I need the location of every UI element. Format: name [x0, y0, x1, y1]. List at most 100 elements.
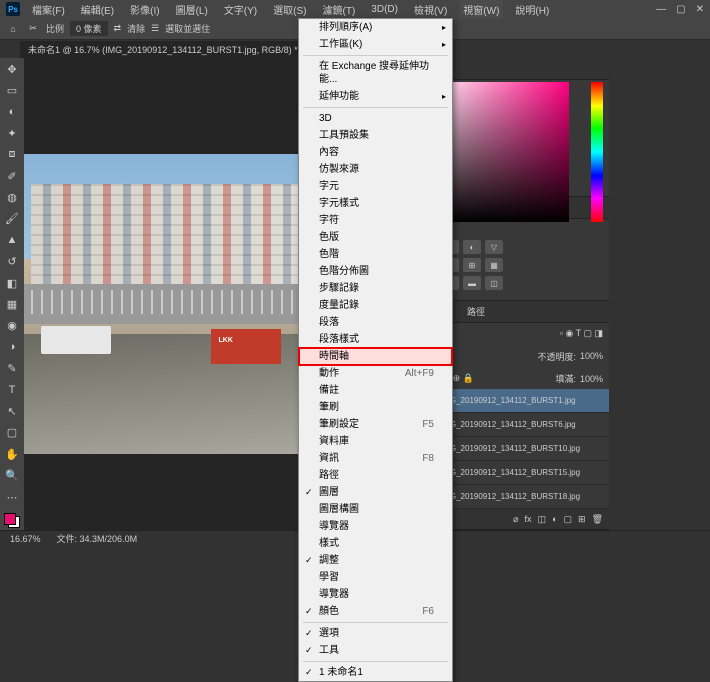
- menu-item[interactable]: 圖層構圖: [299, 501, 452, 518]
- menu-item[interactable]: 動作Alt+F9: [299, 365, 452, 382]
- history-brush-tool[interactable]: ↺: [2, 253, 22, 271]
- wand-tool[interactable]: ✦: [2, 124, 22, 142]
- menu-item[interactable]: 資訊F8: [299, 450, 452, 467]
- menu-item[interactable]: 資料庫: [299, 433, 452, 450]
- menu-item[interactable]: 工具預設集: [299, 127, 452, 144]
- stamp-tool[interactable]: ▲: [2, 231, 22, 249]
- menu-item[interactable]: 導覽器: [299, 586, 452, 603]
- brush-tool[interactable]: 🖌: [2, 210, 22, 228]
- menu-item[interactable]: 選項: [299, 625, 452, 642]
- gradient-map-icon[interactable]: ▬: [463, 276, 481, 290]
- menu-item[interactable]: 字元: [299, 178, 452, 195]
- menu-item[interactable]: 度量記錄: [299, 297, 452, 314]
- color-swatch[interactable]: [4, 513, 20, 528]
- crop-tool-icon[interactable]: ✂: [26, 22, 40, 36]
- menu-item[interactable]: 色版: [299, 229, 452, 246]
- menu-item[interactable]: 調整: [299, 552, 452, 569]
- trash-icon[interactable]: 🗑: [592, 514, 603, 525]
- menu-item[interactable]: 段落樣式: [299, 331, 452, 348]
- menu-item[interactable]: 段落: [299, 314, 452, 331]
- menu-item[interactable]: 筆刷設定F5: [299, 416, 452, 433]
- menu-file[interactable]: 檔案(F): [28, 0, 69, 19]
- edit-toolbar[interactable]: ⋯: [2, 488, 22, 506]
- menu-item[interactable]: 備註: [299, 382, 452, 399]
- color-lookup-icon[interactable]: ▦: [485, 258, 503, 272]
- menu-item[interactable]: 色階分佈圖: [299, 263, 452, 280]
- maximize-icon[interactable]: ▢: [676, 4, 685, 15]
- vibrance-icon[interactable]: ▽: [485, 240, 503, 254]
- opacity-value[interactable]: 100%: [580, 351, 603, 361]
- clear-button[interactable]: 清除: [127, 22, 145, 35]
- blur-tool[interactable]: ◉: [2, 317, 22, 335]
- gradient-tool[interactable]: ▦: [2, 295, 22, 313]
- adjustment-layer-icon[interactable]: ◐: [552, 514, 557, 524]
- tab-paths[interactable]: 路徑: [459, 301, 493, 322]
- close-icon[interactable]: ✕: [696, 4, 704, 15]
- hand-tool[interactable]: ✋: [2, 445, 22, 463]
- menu-item[interactable]: 字符: [299, 212, 452, 229]
- exposure-icon[interactable]: ◐: [463, 240, 481, 254]
- menu-item[interactable]: 工作區(K): [299, 36, 452, 53]
- layer-name: IMG_20190912_134112_BURST1.jpg: [441, 396, 605, 405]
- menu-item[interactable]: 1 未命名1: [299, 664, 452, 681]
- mask-icon[interactable]: ◫: [538, 514, 547, 525]
- pen-tool[interactable]: ✎: [2, 359, 22, 377]
- menu-item[interactable]: 工具: [299, 642, 452, 659]
- menu-3d[interactable]: 3D(D): [367, 2, 402, 17]
- menu-type[interactable]: 文字(Y): [220, 0, 261, 19]
- menu-image[interactable]: 影像(I): [126, 0, 163, 19]
- document-tab[interactable]: 未命名1 @ 16.7% (IMG_20190912_134112_BURST1…: [20, 41, 316, 58]
- fill-value[interactable]: 100%: [580, 374, 603, 384]
- menu-item[interactable]: 排列順序(A): [299, 19, 452, 36]
- menu-item[interactable]: 筆刷: [299, 399, 452, 416]
- save-preset-button[interactable]: ☰: [151, 23, 159, 34]
- hue-slider[interactable]: [591, 82, 603, 222]
- selective-color-icon[interactable]: ◫: [485, 276, 503, 290]
- fg-color[interactable]: [4, 513, 16, 525]
- lasso-tool[interactable]: ◐: [2, 103, 22, 121]
- move-tool[interactable]: ✥: [2, 60, 22, 78]
- channel-mixer-icon[interactable]: ⊞: [463, 258, 481, 272]
- eraser-tool[interactable]: ◧: [2, 274, 22, 292]
- menu-window[interactable]: 視窗(W): [459, 0, 503, 19]
- menu-layer[interactable]: 圖層(L): [172, 0, 212, 19]
- eyedropper-tool[interactable]: ✐: [2, 167, 22, 185]
- menu-item[interactable]: 色階: [299, 246, 452, 263]
- menu-item[interactable]: 樣式: [299, 535, 452, 552]
- fx-icon[interactable]: fx: [525, 514, 532, 524]
- menu-filter[interactable]: 濾鏡(T): [319, 0, 360, 19]
- type-tool[interactable]: T: [2, 381, 22, 399]
- path-tool[interactable]: ↖: [2, 402, 22, 420]
- group-icon[interactable]: ▢: [564, 514, 573, 525]
- menu-item[interactable]: 導覽器: [299, 518, 452, 535]
- menu-item[interactable]: 學習: [299, 569, 452, 586]
- menu-edit[interactable]: 編輯(E): [77, 0, 118, 19]
- zoom-level[interactable]: 16.67%: [10, 534, 41, 544]
- menu-view[interactable]: 檢視(V): [410, 0, 451, 19]
- menu-help[interactable]: 說明(H): [511, 0, 553, 19]
- menu-item[interactable]: 路徑: [299, 467, 452, 484]
- zoom-tool[interactable]: 🔍: [2, 466, 22, 484]
- dodge-tool[interactable]: ◑: [2, 338, 22, 356]
- shape-tool[interactable]: ▢: [2, 424, 22, 442]
- menu-item[interactable]: 步驟記錄: [299, 280, 452, 297]
- link-layers-icon[interactable]: ⌀: [513, 514, 518, 525]
- menu-item[interactable]: 延伸功能: [299, 88, 452, 105]
- heal-tool[interactable]: ◍: [2, 188, 22, 206]
- menu-select[interactable]: 選取(S): [269, 0, 310, 19]
- menu-item[interactable]: 在 Exchange 搜尋延伸功能...: [299, 58, 452, 88]
- ratio-value[interactable]: 0 像素: [70, 21, 108, 36]
- menu-item[interactable]: 仿製來源: [299, 161, 452, 178]
- marquee-tool[interactable]: ▭: [2, 81, 22, 99]
- select-preset-button[interactable]: 選取並選住: [165, 22, 210, 35]
- menu-item[interactable]: 3D: [299, 110, 452, 127]
- minimize-icon[interactable]: —: [656, 4, 666, 15]
- crop-tool[interactable]: ⧈: [2, 146, 22, 164]
- menu-item[interactable]: 內容: [299, 144, 452, 161]
- home-icon[interactable]: ⌂: [6, 22, 20, 36]
- menu-item[interactable]: 字元樣式: [299, 195, 452, 212]
- menu-item[interactable]: 顏色F6: [299, 603, 452, 620]
- menu-item[interactable]: 圖層: [299, 484, 452, 501]
- menu-item[interactable]: 時間軸: [299, 348, 452, 365]
- new-layer-icon[interactable]: ⊞: [578, 514, 586, 525]
